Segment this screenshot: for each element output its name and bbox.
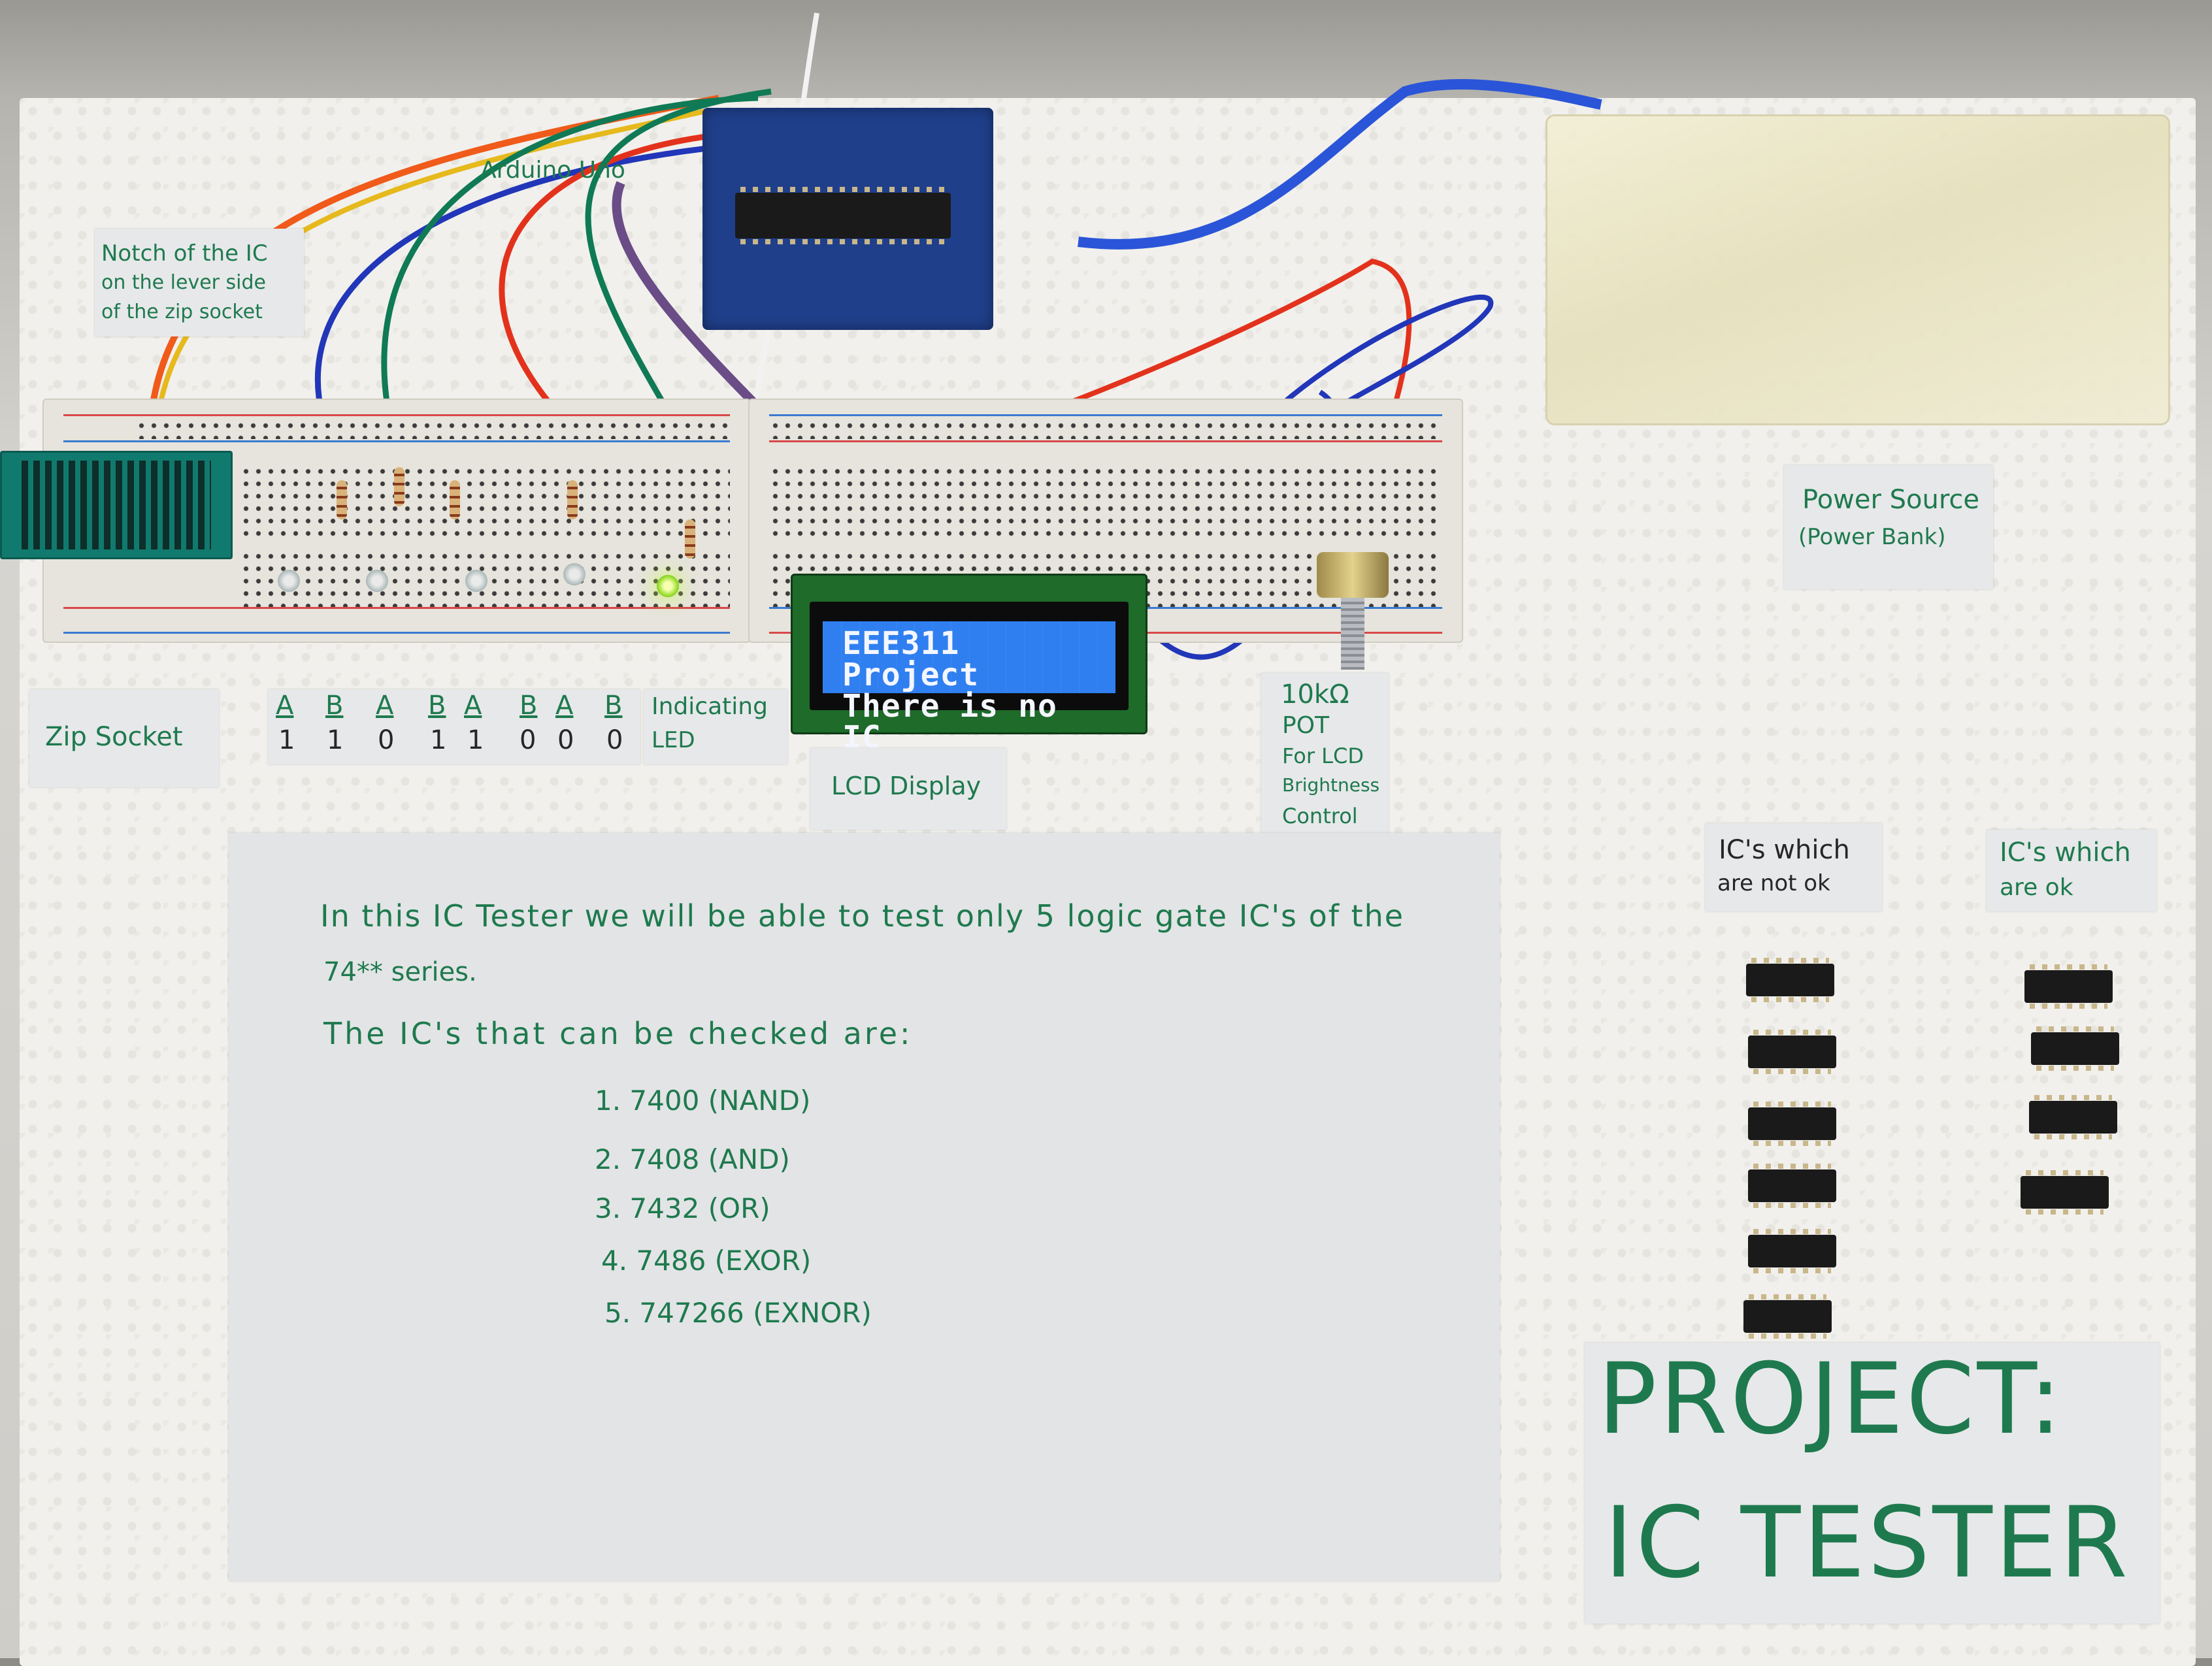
- ic-list-item: 4. 7486 (EXOR): [601, 1245, 812, 1277]
- lcd-line-2: There is no IC: [842, 688, 1057, 756]
- description-list-heading: The IC's that can be checked are:: [323, 1016, 913, 1051]
- resistor: [567, 480, 578, 519]
- label-power-source: Power Source (Power Bank): [1784, 465, 1993, 589]
- ic-chip-not-ok[interactable]: [1743, 1294, 1832, 1339]
- ic-chip-not-ok[interactable]: [1748, 1164, 1836, 1208]
- indicating-led: [657, 575, 679, 597]
- zif-socket[interactable]: [0, 451, 233, 559]
- label-pot: 10kΩ POT For LCD Brightness Control: [1261, 673, 1389, 840]
- ic-list-item: 1. 7400 (NAND): [595, 1085, 811, 1117]
- description-intro-1: In this IC Tester we will be able to tes…: [320, 898, 1405, 934]
- ic-chip-not-ok[interactable]: [1748, 1102, 1836, 1146]
- lcd-line-1: EEE311 Project: [842, 625, 980, 693]
- label-lcd-display: LCD Display: [810, 748, 1006, 830]
- label-arduino: Arduino Uno: [480, 157, 625, 184]
- input-led: [366, 570, 388, 592]
- label-indicating-led: Indicating LED: [644, 689, 787, 764]
- description-intro-2: 74** series.: [323, 957, 477, 987]
- resistor: [394, 467, 404, 506]
- description-paper: In this IC Tester we will be able to tes…: [229, 833, 1500, 1581]
- title-line-2: IC TESTER: [1604, 1486, 2130, 1600]
- lcd-screen: EEE311 Project There is no IC: [823, 621, 1115, 753]
- ic-list-item: 5. 747266 (EXNOR): [604, 1297, 872, 1329]
- ic-list-item: 2. 7408 (AND): [595, 1143, 790, 1175]
- ic-chip-ok[interactable]: [2029, 1095, 2117, 1139]
- label-zip-socket: Zip Socket: [29, 689, 219, 787]
- power-bank: [1545, 114, 2170, 425]
- ic-list-item: 3. 7432 (OR): [595, 1192, 770, 1224]
- ic-chip-not-ok[interactable]: [1746, 958, 1834, 1002]
- label-ics-not-ok: IC's which are not ok: [1706, 823, 1882, 911]
- ic-chip-ok[interactable]: [2031, 1026, 2119, 1071]
- title-line-1: PROJECT:: [1598, 1343, 2065, 1456]
- ic-chip-not-ok[interactable]: [1748, 1030, 1836, 1074]
- atmega-chip: [735, 187, 951, 244]
- lcd-module: EEE311 Project There is no IC: [791, 574, 1147, 753]
- potentiometer-10k[interactable]: [1317, 552, 1389, 598]
- ic-chip-ok[interactable]: [2021, 1170, 2109, 1215]
- label-notch-note: Notch of the IC on the lever side of the…: [95, 229, 304, 336]
- input-led: [278, 570, 300, 592]
- input-led: [465, 570, 487, 592]
- pot-shaft[interactable]: [1341, 598, 1364, 670]
- resistor: [685, 519, 695, 559]
- wire-usb: [1078, 79, 1602, 250]
- resistor: [337, 480, 347, 519]
- ic-chip-not-ok[interactable]: [1748, 1229, 1836, 1273]
- input-led: [563, 563, 586, 585]
- resistor: [450, 480, 460, 519]
- title-card: PROJECT: IC TESTER: [1585, 1343, 2160, 1624]
- arduino-uno-board: [702, 108, 993, 330]
- ic-chip-ok[interactable]: [2024, 964, 2113, 1009]
- truth-input-labels: A 1 B 1 A 0 B 1 A 1 B 0 A 0 B 0: [268, 689, 640, 764]
- label-ics-ok: IC's which are ok: [1987, 830, 2156, 911]
